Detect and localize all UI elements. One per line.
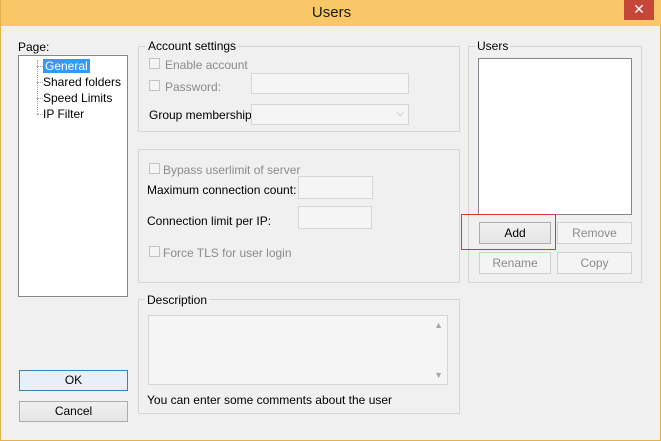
enable-account-checkbox[interactable]: [149, 58, 160, 69]
tree-item-speed-limits[interactable]: Speed Limits: [43, 91, 112, 105]
window-title: Users: [311, 4, 352, 21]
force-tls-label: Force TLS for user login: [163, 246, 292, 260]
rename-user-button[interactable]: Rename: [479, 252, 551, 274]
description-label: Description: [145, 293, 210, 307]
highlight-annotation: [461, 214, 556, 250]
scroll-up-icon[interactable]: ▲: [434, 320, 443, 330]
users-list[interactable]: [478, 58, 632, 215]
bypass-userlimit-label: Bypass userlimit of server: [163, 163, 301, 177]
account-settings-label: Account settings: [146, 39, 239, 53]
users-dialog: Users ✕ Page: General Shared folders Spe…: [0, 0, 661, 441]
password-input[interactable]: [251, 73, 409, 94]
page-tree[interactable]: General Shared folders Speed Limits IP F…: [18, 55, 128, 297]
bypass-userlimit-checkbox[interactable]: [149, 163, 160, 174]
connection-per-ip-input[interactable]: [298, 206, 372, 229]
password-checkbox[interactable]: [149, 80, 160, 91]
tree-item-label: General: [43, 59, 90, 73]
tree-item-general[interactable]: General: [43, 59, 90, 73]
tree-connector-line: [37, 60, 38, 114]
tree-item-shared-folders[interactable]: Shared folders: [43, 75, 121, 89]
users-label: Users: [475, 39, 511, 53]
group-membership-label: Group membership:: [149, 108, 256, 122]
tree-item-ip-filter[interactable]: IP Filter: [43, 107, 84, 121]
description-hint: You can enter some comments about the us…: [147, 393, 393, 407]
close-button[interactable]: ✕: [624, 0, 654, 20]
copy-user-button[interactable]: Copy: [557, 252, 632, 274]
cancel-button[interactable]: Cancel: [19, 401, 128, 422]
chevron-down-icon: ⌵: [396, 108, 404, 119]
remove-user-button[interactable]: Remove: [557, 222, 632, 244]
page-label: Page:: [18, 40, 50, 54]
close-icon: ✕: [633, 1, 645, 17]
max-connection-input[interactable]: [298, 176, 373, 199]
title-bar: Users ✕: [1, 0, 661, 26]
group-membership-select[interactable]: ⌵: [251, 104, 409, 125]
password-label: Password:: [165, 80, 222, 94]
connection-per-ip-label: Connection limit per IP:: [147, 214, 272, 228]
enable-account-label: Enable account: [165, 58, 248, 72]
max-connection-label: Maximum connection count:: [147, 183, 297, 197]
description-textarea[interactable]: ▲ ▼: [148, 315, 448, 385]
scroll-down-icon[interactable]: ▼: [434, 370, 443, 380]
force-tls-checkbox[interactable]: [149, 246, 160, 257]
ok-button[interactable]: OK: [19, 370, 128, 391]
